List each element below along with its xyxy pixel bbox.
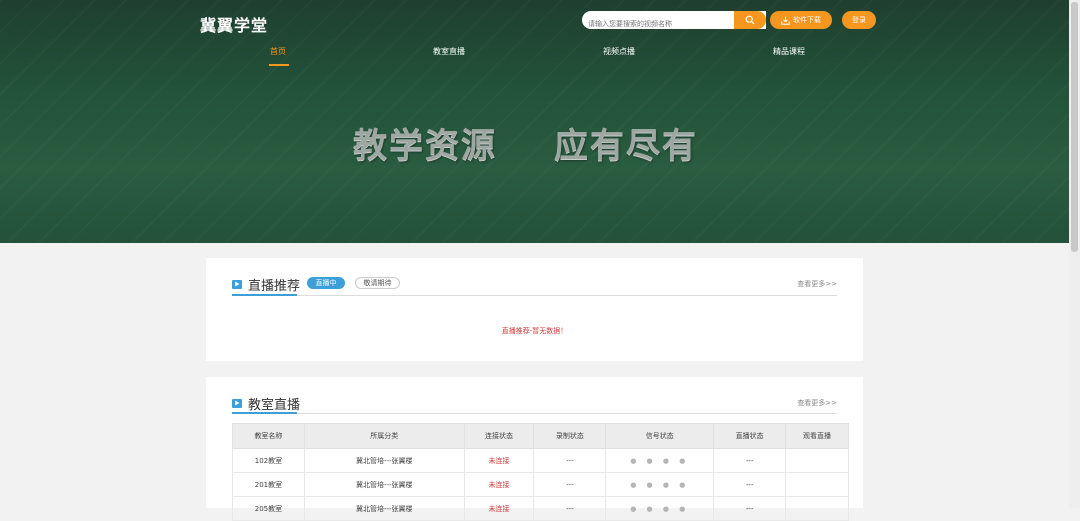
cell-connection-status: 未连接 (463, 472, 535, 497)
cell-recording-status: --- (533, 448, 607, 473)
table-header-row: 教室名称 所属分类 连接状态 录制状态 信号状态 直播状态 观看直播 (232, 423, 849, 449)
login-button[interactable]: 登录 (842, 11, 876, 29)
col-classroom-name: 教室名称 (232, 423, 305, 449)
live-more-link[interactable]: 查看更多>> (797, 279, 837, 289)
hero-slogan-right: 应有尽有 (554, 126, 698, 166)
download-button[interactable]: 软件下载 (770, 11, 832, 29)
cell-watch-live[interactable] (785, 496, 849, 521)
cell-classroom-name: 201教室 (232, 472, 305, 497)
classroom-live-card: 教室直播 查看更多>> 教室名称 所属分类 连接状态 录制状态 信号状态 直播状… (206, 377, 863, 521)
cell-live-status: --- (713, 472, 787, 497)
cell-live-status: --- (713, 496, 787, 521)
login-label: 登录 (852, 16, 866, 24)
cell-recording-status: --- (533, 496, 607, 521)
cell-signal-status: ● ● ● ● (605, 496, 715, 521)
live-divider (232, 295, 837, 296)
hero-banner: 冀翼学堂 软件下载 登录 首页 教室直播 视频点播 精品课程 教学资源 应有尽有 (0, 0, 1080, 243)
cell-category: 冀北管培---张翼楼 (303, 496, 465, 521)
table-row: 205教室 冀北管培---张翼楼 未连接 --- ● ● ● ● --- (232, 496, 849, 521)
classroom-divider (232, 413, 837, 414)
scrollbar-thumb[interactable] (1071, 2, 1078, 252)
col-live-status: 直播状态 (713, 423, 787, 449)
live-empty-message: 直播推荐-暂无数据！ (501, 327, 568, 335)
cell-signal-status: ● ● ● ● (605, 448, 715, 473)
cell-live-status: --- (713, 448, 787, 473)
search-icon (745, 15, 755, 25)
site-logo[interactable]: 冀翼学堂 (200, 12, 268, 36)
download-icon (781, 16, 790, 25)
play-icon (232, 279, 242, 289)
live-recommend-card: 直播推荐 直播中 敬请期待 查看更多>> 直播推荐-暂无数据！ (206, 258, 863, 361)
classroom-section-title: 教室直播 (248, 397, 301, 413)
live-section-title: 直播推荐 (248, 278, 301, 294)
cell-category: 冀北管培---张翼楼 (303, 472, 465, 497)
nav-classroom-live[interactable]: 教室直播 (433, 46, 465, 57)
play-icon (232, 398, 242, 408)
cell-recording-status: --- (533, 472, 607, 497)
col-watch-live: 观看直播 (785, 423, 849, 449)
cell-classroom-name: 205教室 (232, 496, 305, 521)
col-recording-status: 录制状态 (533, 423, 607, 449)
table-row: 201教室 冀北管培---张翼楼 未连接 --- ● ● ● ● --- (232, 472, 849, 497)
cell-classroom-name: 102教室 (232, 448, 305, 473)
table-row: 102教室 冀北管培---张翼楼 未连接 --- ● ● ● ● --- (232, 448, 849, 473)
classroom-more-link[interactable]: 查看更多>> (797, 398, 837, 408)
col-category: 所属分类 (303, 423, 465, 449)
classroom-divider-accent (232, 412, 297, 414)
live-section-header: 直播推荐 (232, 274, 300, 294)
cell-watch-live[interactable] (785, 472, 849, 497)
cell-connection-status: 未连接 (463, 496, 535, 521)
nav-home[interactable]: 首页 (270, 46, 286, 57)
live-divider-accent (232, 294, 297, 296)
cell-signal-status: ● ● ● ● (605, 472, 715, 497)
hero-slogan-left: 教学资源 (353, 126, 497, 166)
cell-connection-status: 未连接 (463, 448, 535, 473)
col-connection-status: 连接状态 (463, 423, 535, 449)
tab-upcoming[interactable]: 敬请期待 (355, 277, 400, 289)
nav-video-on-demand[interactable]: 视频点播 (603, 46, 635, 57)
classroom-section-header: 教室直播 (232, 393, 300, 413)
download-label: 软件下载 (793, 16, 821, 24)
cell-category: 冀北管培---张翼楼 (303, 448, 465, 473)
tab-live-now[interactable]: 直播中 (307, 277, 345, 289)
cell-watch-live[interactable] (785, 448, 849, 473)
search-button[interactable] (734, 11, 766, 29)
search-input[interactable] (582, 15, 728, 33)
col-signal-status: 信号状态 (605, 423, 715, 449)
classroom-table: 教室名称 所属分类 连接状态 录制状态 信号状态 直播状态 观看直播 102教室… (232, 423, 849, 521)
nav-premium-courses[interactable]: 精品课程 (773, 46, 805, 57)
nav-active-indicator (269, 64, 289, 66)
